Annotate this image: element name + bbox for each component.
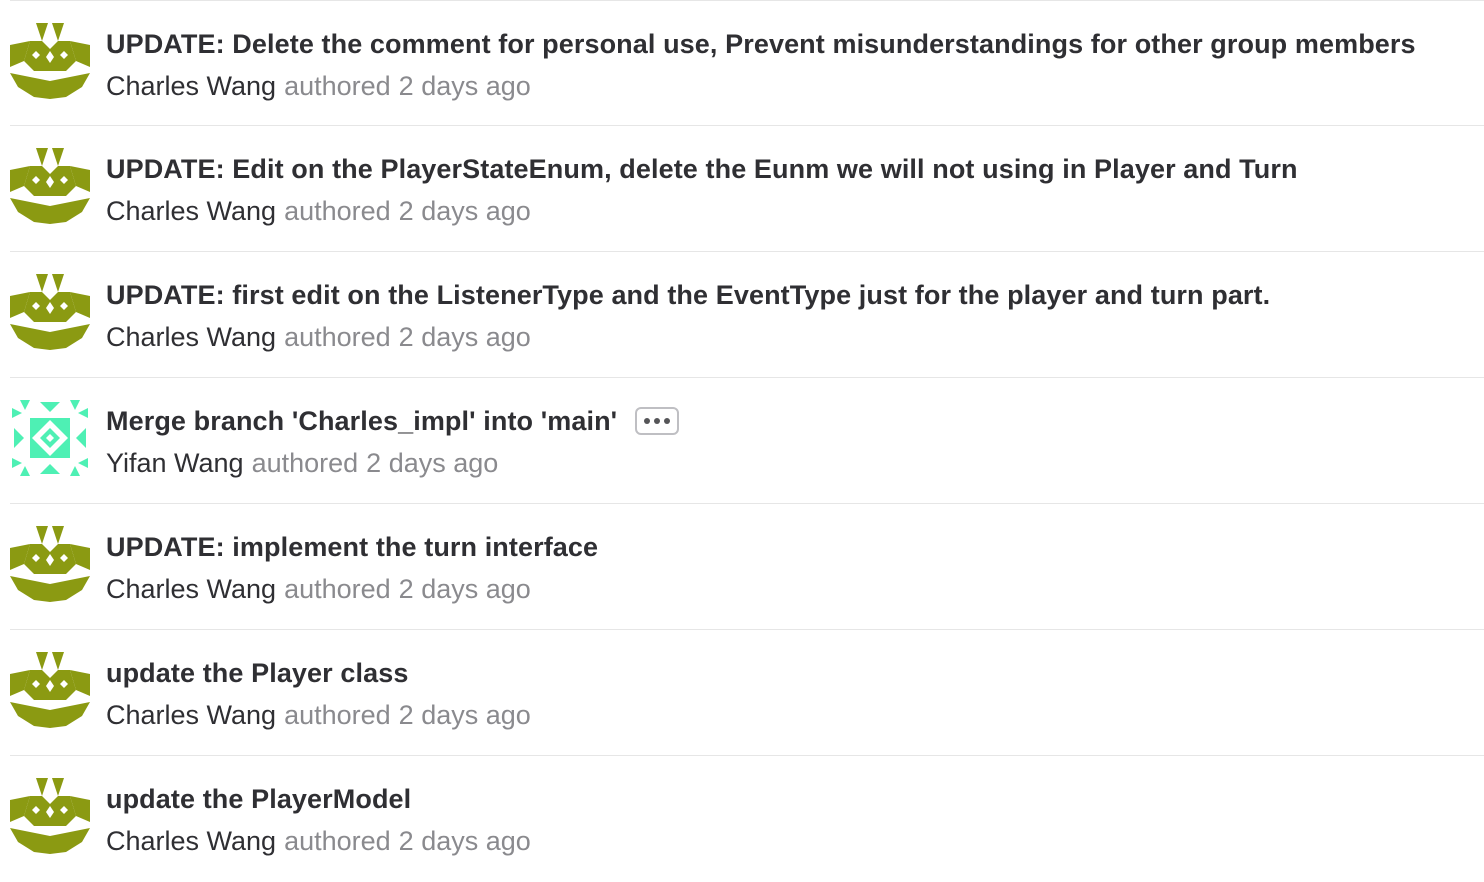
- expand-description-button[interactable]: [635, 407, 680, 435]
- author-avatar[interactable]: [10, 146, 90, 226]
- commit-meta: Yifan Wang authored 2 days ago: [106, 444, 498, 482]
- author-avatar[interactable]: [10, 398, 90, 478]
- commit-row: UPDATE: implement the turn interface Char…: [10, 504, 1484, 630]
- author-name-link[interactable]: Charles Wang: [106, 322, 276, 353]
- authored-label: authored: [284, 70, 391, 101]
- commit-title-link[interactable]: UPDATE: implement the turn interface: [106, 532, 598, 563]
- author-name-link[interactable]: Charles Wang: [106, 700, 276, 731]
- authored-label: authored: [284, 825, 391, 856]
- commit-time: 2 days ago: [398, 321, 531, 352]
- ellipsis-dot-icon: [664, 418, 671, 424]
- commit-title-line: UPDATE: Edit on the PlayerStateEnum, del…: [106, 150, 1298, 188]
- commit-title-link[interactable]: update the PlayerModel: [106, 784, 411, 815]
- author-name-link[interactable]: Charles Wang: [106, 196, 276, 227]
- commit-title-line: UPDATE: first edit on the ListenerType a…: [106, 276, 1270, 314]
- commit-title-line: Merge branch 'Charles_impl' into 'main': [106, 402, 680, 440]
- authored-label: authored: [284, 321, 391, 352]
- commit-title-link[interactable]: Merge branch 'Charles_impl' into 'main': [106, 406, 617, 437]
- authored-label: authored: [284, 699, 391, 730]
- commit-time: 2 days ago: [398, 699, 531, 730]
- commit-title-link[interactable]: update the Player class: [106, 658, 408, 689]
- commit-title-line: UPDATE: Delete the comment for personal …: [106, 25, 1416, 63]
- author-name-link[interactable]: Charles Wang: [106, 826, 276, 857]
- commit-row: update the PlayerModel Charles Wang author…: [10, 756, 1484, 882]
- author-avatar[interactable]: [10, 776, 90, 856]
- author-name-link[interactable]: Yifan Wang: [106, 448, 244, 479]
- author-avatar[interactable]: [10, 272, 90, 352]
- commit-title-line: update the Player class: [106, 654, 408, 692]
- commit-meta: Charles Wang authored 2 days ago: [106, 318, 531, 356]
- commit-meta: Charles Wang authored 2 days ago: [106, 822, 531, 860]
- authored-label: authored: [251, 447, 359, 478]
- commit-row: Merge branch 'Charles_impl' into 'main' Y…: [10, 378, 1484, 504]
- commit-title-link[interactable]: UPDATE: Edit on the PlayerStateEnum, del…: [106, 154, 1298, 185]
- author-name-link[interactable]: Charles Wang: [106, 71, 276, 102]
- commit-row: UPDATE: first edit on the ListenerType a…: [10, 252, 1484, 378]
- commit-title-line: update the PlayerModel: [106, 780, 411, 818]
- author-avatar[interactable]: [10, 524, 90, 604]
- commit-time: 2 days ago: [398, 70, 531, 101]
- commit-title-link[interactable]: UPDATE: Delete the comment for personal …: [106, 29, 1416, 60]
- commit-time: 2 days ago: [398, 195, 531, 226]
- commit-row: UPDATE: Edit on the PlayerStateEnum, del…: [10, 126, 1484, 252]
- ellipsis-dot-icon: [644, 418, 651, 424]
- author-name-link[interactable]: Charles Wang: [106, 574, 276, 605]
- commit-time: 2 days ago: [398, 573, 531, 604]
- authored-label: authored: [284, 195, 391, 226]
- author-avatar[interactable]: [10, 650, 90, 730]
- author-avatar[interactable]: [10, 21, 90, 101]
- commit-time: 2 days ago: [398, 825, 531, 856]
- authored-label: authored: [284, 573, 391, 604]
- commit-meta: Charles Wang authored 2 days ago: [106, 696, 531, 734]
- commit-title-link[interactable]: UPDATE: first edit on the ListenerType a…: [106, 280, 1270, 311]
- commit-meta: Charles Wang authored 2 days ago: [106, 67, 531, 105]
- commit-meta: Charles Wang authored 2 days ago: [106, 570, 531, 608]
- ellipsis-dot-icon: [654, 418, 661, 424]
- commit-time: 2 days ago: [366, 447, 499, 478]
- commit-list: UPDATE: Delete the comment for personal …: [0, 0, 1484, 882]
- commit-row: UPDATE: Delete the comment for personal …: [10, 0, 1484, 126]
- commit-row: update the Player class Charles Wang autho…: [10, 630, 1484, 756]
- commit-title-line: UPDATE: implement the turn interface: [106, 528, 598, 566]
- commit-meta: Charles Wang authored 2 days ago: [106, 192, 531, 230]
